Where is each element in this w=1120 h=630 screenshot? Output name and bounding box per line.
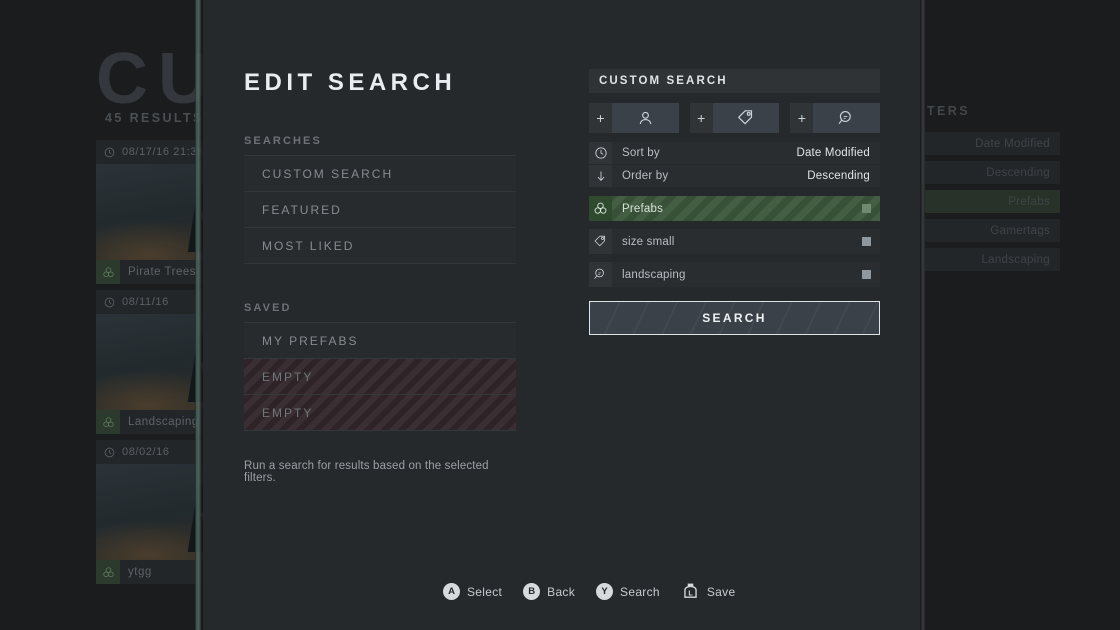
- prefab-icon: [589, 196, 612, 221]
- order-by-label: Order by: [612, 170, 668, 182]
- app-root: CUSTOM SEARCH 45 RESULTS 08/17/16 21:38:…: [0, 0, 1120, 630]
- searches-list: CUSTOM SEARCH FEATURED MOST LIKED: [244, 155, 516, 264]
- filter-tag-checkbox[interactable]: [862, 237, 871, 246]
- add-tag-button[interactable]: [713, 103, 780, 133]
- background-card-name: Pirate Trees: [128, 266, 196, 278]
- saved-list-item-my-prefabs[interactable]: MY PREFABS: [244, 323, 516, 359]
- background-filter-text: Prefabs: [1008, 196, 1050, 208]
- sort-options: Sort by Date Modified Order by Descendin…: [589, 142, 880, 187]
- list-item-label: EMPTY: [262, 370, 313, 384]
- clock-icon: [104, 447, 115, 458]
- arrow-down-icon: [589, 165, 612, 187]
- search-list-item-featured[interactable]: FEATURED: [244, 192, 516, 228]
- edit-search-dialog: EDIT SEARCH SEARCHES CUSTOM SEARCH FEATU…: [203, 0, 920, 630]
- legend-back[interactable]: B Back: [523, 583, 575, 600]
- order-by-value: Descending: [807, 170, 880, 182]
- sort-by-value: Date Modified: [796, 147, 880, 159]
- sort-by-label: Sort by: [612, 147, 660, 159]
- filter-tag-landscaping[interactable]: landscaping: [589, 262, 880, 287]
- background-card-name: ytgg: [128, 566, 152, 578]
- search-icon: [837, 109, 856, 128]
- filter-tag-label: size small: [612, 236, 674, 248]
- filter-tag-label: landscaping: [612, 269, 686, 281]
- legend-search[interactable]: Y Search: [596, 583, 660, 600]
- custom-search-panel: CUSTOM SEARCH + +: [589, 69, 880, 335]
- tag-icon: [589, 229, 612, 254]
- list-item-label: MOST LIKED: [262, 239, 354, 253]
- add-keyword-button[interactable]: [813, 103, 880, 133]
- search-button[interactable]: SEARCH: [589, 301, 880, 335]
- prefab-icon: [96, 410, 120, 434]
- searches-column: EDIT SEARCH SEARCHES CUSTOM SEARCH FEATU…: [244, 0, 516, 484]
- sort-by-row[interactable]: Sort by Date Modified: [589, 142, 880, 164]
- background-filter-text: Gamertags: [990, 225, 1050, 237]
- b-button-icon: B: [523, 583, 540, 600]
- order-by-row[interactable]: Order by Descending: [589, 165, 880, 187]
- filter-tag-prefabs[interactable]: Prefabs: [589, 196, 880, 221]
- legend-label: Back: [547, 585, 575, 599]
- list-item-label: MY PREFABS: [262, 334, 358, 348]
- svg-text:L: L: [688, 589, 693, 597]
- filter-tag-checkbox[interactable]: [862, 204, 871, 213]
- background-filter-text: Landscaping: [981, 254, 1050, 266]
- legend-label: Save: [707, 585, 736, 599]
- search-button-label: SEARCH: [702, 311, 766, 325]
- search-list-item-custom-search[interactable]: CUSTOM SEARCH: [244, 156, 516, 192]
- prefab-icon: [96, 260, 120, 284]
- button-legend: A Select B Back Y Search L Save: [443, 582, 735, 601]
- add-keyword-group: +: [790, 103, 880, 133]
- filter-tag-checkbox[interactable]: [862, 270, 871, 279]
- filter-tag-label: Prefabs: [612, 203, 663, 215]
- search-icon: [589, 262, 612, 287]
- add-tag-group: +: [690, 103, 780, 133]
- hint-text: Run a search for results based on the se…: [244, 460, 516, 484]
- filter-tag-size-small[interactable]: size small: [589, 229, 880, 254]
- panel-header: CUSTOM SEARCH: [589, 69, 880, 93]
- add-filter-toolbar: + +: [589, 103, 880, 133]
- filter-tag-list: Prefabs size small: [589, 196, 880, 287]
- plus-icon[interactable]: +: [589, 103, 612, 133]
- modal-left-edge-glow: [195, 0, 203, 630]
- add-gamertag-button[interactable]: [612, 103, 679, 133]
- saved-list-item-empty[interactable]: EMPTY: [244, 359, 516, 395]
- list-item-label: CUSTOM SEARCH: [262, 167, 393, 181]
- l-trigger-icon: L: [681, 582, 700, 601]
- person-icon: [636, 109, 655, 128]
- background-card-date: 08/11/16: [122, 296, 169, 308]
- clock-icon: [589, 142, 612, 164]
- legend-label: Search: [620, 585, 660, 599]
- saved-section-label: SAVED: [244, 302, 516, 322]
- saved-list: MY PREFABS EMPTY EMPTY: [244, 322, 516, 431]
- y-button-icon: Y: [596, 583, 613, 600]
- list-item-label: FEATURED: [262, 203, 342, 217]
- background-filter-text: Descending: [986, 167, 1050, 179]
- list-item-label: EMPTY: [262, 406, 313, 420]
- modal-right-edge: [920, 0, 925, 630]
- legend-label: Select: [467, 585, 502, 599]
- clock-icon: [104, 147, 115, 158]
- tag-icon: [736, 108, 756, 128]
- add-gamertag-group: +: [589, 103, 679, 133]
- saved-list-item-empty[interactable]: EMPTY: [244, 395, 516, 431]
- plus-icon[interactable]: +: [790, 103, 813, 133]
- clock-icon: [104, 297, 115, 308]
- search-list-item-most-liked[interactable]: MOST LIKED: [244, 228, 516, 264]
- background-card-date: 08/02/16: [122, 446, 170, 458]
- background-filter-text: Date Modified: [975, 138, 1050, 150]
- background-results-count: 45 RESULTS: [105, 111, 204, 125]
- prefab-icon: [96, 560, 120, 584]
- legend-select[interactable]: A Select: [443, 583, 502, 600]
- searches-section-label: SEARCHES: [244, 135, 516, 155]
- legend-save[interactable]: L Save: [681, 582, 736, 601]
- plus-icon[interactable]: +: [690, 103, 713, 133]
- dialog-title: EDIT SEARCH: [244, 69, 516, 97]
- a-button-icon: A: [443, 583, 460, 600]
- background-card-name: Landscaping: [128, 416, 199, 428]
